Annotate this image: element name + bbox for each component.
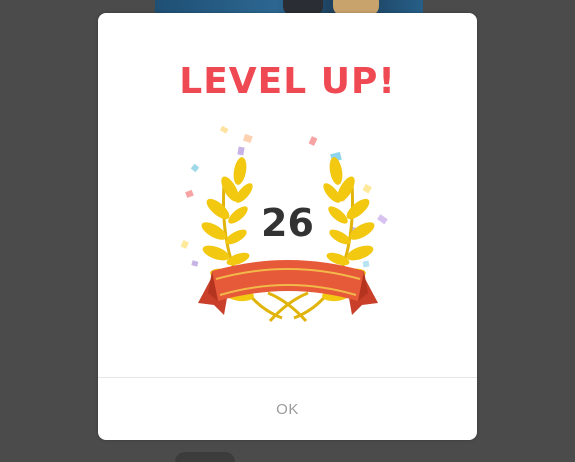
- background-element: [175, 452, 235, 462]
- ok-button[interactable]: OK: [98, 378, 477, 440]
- level-number: 26: [261, 201, 314, 245]
- dialog-title: LEVEL UP!: [179, 61, 396, 102]
- level-up-dialog: LEVEL UP! 26 OK: [98, 13, 477, 440]
